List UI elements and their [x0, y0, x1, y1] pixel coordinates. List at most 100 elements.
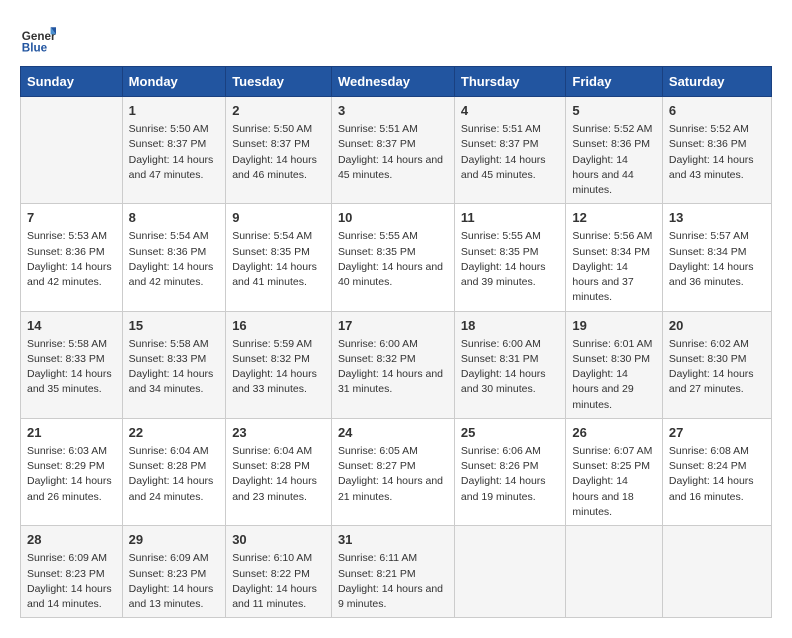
weekday-header-monday: Monday: [122, 67, 226, 97]
calendar-cell: 12 Sunrise: 5:56 AM Sunset: 8:34 PM Dayli…: [566, 204, 662, 311]
calendar-week-3: 14 Sunrise: 5:58 AM Sunset: 8:33 PM Dayli…: [21, 311, 772, 418]
calendar-cell: [566, 526, 662, 618]
weekday-header-saturday: Saturday: [662, 67, 771, 97]
cell-content: Sunrise: 6:00 AM Sunset: 8:31 PM Dayligh…: [461, 337, 560, 398]
day-number: 19: [572, 317, 655, 335]
calendar-week-4: 21 Sunrise: 6:03 AM Sunset: 8:29 PM Dayli…: [21, 418, 772, 525]
calendar-header-row: SundayMondayTuesdayWednesdayThursdayFrid…: [21, 67, 772, 97]
cell-content: Sunrise: 6:09 AM Sunset: 8:23 PM Dayligh…: [129, 551, 220, 612]
calendar-cell: 27 Sunrise: 6:08 AM Sunset: 8:24 PM Dayli…: [662, 418, 771, 525]
calendar-cell: 24 Sunrise: 6:05 AM Sunset: 8:27 PM Dayli…: [331, 418, 454, 525]
day-number: 3: [338, 102, 448, 120]
cell-content: Sunrise: 6:04 AM Sunset: 8:28 PM Dayligh…: [129, 444, 220, 505]
day-number: 26: [572, 424, 655, 442]
cell-content: Sunrise: 5:52 AM Sunset: 8:36 PM Dayligh…: [669, 122, 765, 183]
calendar-cell: 2Sunrise: 5:50 AM Sunset: 8:37 PM Daylig…: [226, 97, 332, 204]
day-number: 11: [461, 209, 560, 227]
day-number: 16: [232, 317, 325, 335]
calendar-cell: 30 Sunrise: 6:10 AM Sunset: 8:22 PM Dayli…: [226, 526, 332, 618]
calendar-cell: 16 Sunrise: 5:59 AM Sunset: 8:32 PM Dayli…: [226, 311, 332, 418]
weekday-header-tuesday: Tuesday: [226, 67, 332, 97]
cell-content: Sunrise: 5:51 AM Sunset: 8:37 PM Dayligh…: [338, 122, 448, 183]
calendar-cell: [21, 97, 123, 204]
cell-content: Sunrise: 6:11 AM Sunset: 8:21 PM Dayligh…: [338, 551, 448, 612]
calendar-cell: 1 Sunrise: 5:50 AM Sunset: 8:37 PM Daylig…: [122, 97, 226, 204]
calendar-cell: 31 Sunrise: 6:11 AM Sunset: 8:21 PM Dayli…: [331, 526, 454, 618]
day-number: 10: [338, 209, 448, 227]
calendar-cell: 18Sunrise: 6:00 AM Sunset: 8:31 PM Dayli…: [454, 311, 566, 418]
day-number: 20: [669, 317, 765, 335]
calendar-cell: 10Sunrise: 5:55 AM Sunset: 8:35 PM Dayli…: [331, 204, 454, 311]
cell-content: Sunrise: 5:54 AM Sunset: 8:35 PM Dayligh…: [232, 229, 325, 290]
day-number: 27: [669, 424, 765, 442]
calendar-week-1: 1 Sunrise: 5:50 AM Sunset: 8:37 PM Daylig…: [21, 97, 772, 204]
calendar-cell: 22 Sunrise: 6:04 AM Sunset: 8:28 PM Dayli…: [122, 418, 226, 525]
weekday-header-friday: Friday: [566, 67, 662, 97]
cell-content: Sunrise: 6:03 AM Sunset: 8:29 PM Dayligh…: [27, 444, 116, 505]
cell-content: Sunrise: 5:59 AM Sunset: 8:32 PM Dayligh…: [232, 337, 325, 398]
day-number: 9: [232, 209, 325, 227]
calendar-cell: 26 Sunrise: 6:07 AM Sunset: 8:25 PM Dayli…: [566, 418, 662, 525]
calendar-cell: 3 Sunrise: 5:51 AM Sunset: 8:37 PM Daylig…: [331, 97, 454, 204]
calendar-cell: 8Sunrise: 5:54 AM Sunset: 8:36 PM Daylig…: [122, 204, 226, 311]
calendar-cell: 4Sunrise: 5:51 AM Sunset: 8:37 PM Daylig…: [454, 97, 566, 204]
day-number: 22: [129, 424, 220, 442]
calendar-cell: 9 Sunrise: 5:54 AM Sunset: 8:35 PM Daylig…: [226, 204, 332, 311]
calendar-cell: 7Sunrise: 5:53 AM Sunset: 8:36 PM Daylig…: [21, 204, 123, 311]
cell-content: Sunrise: 5:57 AM Sunset: 8:34 PM Dayligh…: [669, 229, 765, 290]
day-number: 25: [461, 424, 560, 442]
cell-content: Sunrise: 6:10 AM Sunset: 8:22 PM Dayligh…: [232, 551, 325, 612]
cell-content: Sunrise: 5:54 AM Sunset: 8:36 PM Dayligh…: [129, 229, 220, 290]
cell-content: Sunrise: 5:51 AM Sunset: 8:37 PM Dayligh…: [461, 122, 560, 183]
cell-content: Sunrise: 6:02 AM Sunset: 8:30 PM Dayligh…: [669, 337, 765, 398]
day-number: 5: [572, 102, 655, 120]
calendar-cell: 15Sunrise: 5:58 AM Sunset: 8:33 PM Dayli…: [122, 311, 226, 418]
weekday-header-sunday: Sunday: [21, 67, 123, 97]
cell-content: Sunrise: 6:06 AM Sunset: 8:26 PM Dayligh…: [461, 444, 560, 505]
cell-content: Sunrise: 6:07 AM Sunset: 8:25 PM Dayligh…: [572, 444, 655, 520]
calendar-cell: 13 Sunrise: 5:57 AM Sunset: 8:34 PM Dayli…: [662, 204, 771, 311]
calendar-cell: 5Sunrise: 5:52 AM Sunset: 8:36 PM Daylig…: [566, 97, 662, 204]
cell-content: Sunrise: 6:05 AM Sunset: 8:27 PM Dayligh…: [338, 444, 448, 505]
day-number: 1: [129, 102, 220, 120]
calendar-table: SundayMondayTuesdayWednesdayThursdayFrid…: [20, 66, 772, 618]
cell-content: Sunrise: 5:56 AM Sunset: 8:34 PM Dayligh…: [572, 229, 655, 305]
calendar-cell: 20 Sunrise: 6:02 AM Sunset: 8:30 PM Dayli…: [662, 311, 771, 418]
calendar-cell: 14 Sunrise: 5:58 AM Sunset: 8:33 PM Dayli…: [21, 311, 123, 418]
calendar-cell: 19 Sunrise: 6:01 AM Sunset: 8:30 PM Dayli…: [566, 311, 662, 418]
day-number: 21: [27, 424, 116, 442]
weekday-header-wednesday: Wednesday: [331, 67, 454, 97]
cell-content: Sunrise: 6:09 AM Sunset: 8:23 PM Dayligh…: [27, 551, 116, 612]
day-number: 31: [338, 531, 448, 549]
calendar-cell: 6 Sunrise: 5:52 AM Sunset: 8:36 PM Daylig…: [662, 97, 771, 204]
calendar-week-5: 28 Sunrise: 6:09 AM Sunset: 8:23 PM Dayli…: [21, 526, 772, 618]
day-number: 28: [27, 531, 116, 549]
calendar-body: 1 Sunrise: 5:50 AM Sunset: 8:37 PM Daylig…: [21, 97, 772, 618]
day-number: 13: [669, 209, 765, 227]
svg-text:Blue: Blue: [22, 42, 48, 55]
calendar-cell: [662, 526, 771, 618]
calendar-cell: 25 Sunrise: 6:06 AM Sunset: 8:26 PM Dayli…: [454, 418, 566, 525]
day-number: 24: [338, 424, 448, 442]
calendar-cell: 11 Sunrise: 5:55 AM Sunset: 8:35 PM Dayli…: [454, 204, 566, 311]
day-number: 6: [669, 102, 765, 120]
cell-content: Sunrise: 6:08 AM Sunset: 8:24 PM Dayligh…: [669, 444, 765, 505]
day-number: 17: [338, 317, 448, 335]
day-number: 14: [27, 317, 116, 335]
cell-content: Sunrise: 6:04 AM Sunset: 8:28 PM Dayligh…: [232, 444, 325, 505]
calendar-cell: 21 Sunrise: 6:03 AM Sunset: 8:29 PM Dayli…: [21, 418, 123, 525]
calendar-cell: 29Sunrise: 6:09 AM Sunset: 8:23 PM Dayli…: [122, 526, 226, 618]
day-number: 23: [232, 424, 325, 442]
day-number: 12: [572, 209, 655, 227]
day-number: 30: [232, 531, 325, 549]
cell-content: Sunrise: 6:00 AM Sunset: 8:32 PM Dayligh…: [338, 337, 448, 398]
calendar-cell: 28 Sunrise: 6:09 AM Sunset: 8:23 PM Dayli…: [21, 526, 123, 618]
cell-content: Sunrise: 5:55 AM Sunset: 8:35 PM Dayligh…: [461, 229, 560, 290]
calendar-cell: [454, 526, 566, 618]
cell-content: Sunrise: 5:58 AM Sunset: 8:33 PM Dayligh…: [27, 337, 116, 398]
cell-content: Sunrise: 5:50 AM Sunset: 8:37 PM Dayligh…: [129, 122, 220, 183]
page-header: General Blue: [20, 20, 772, 56]
cell-content: Sunrise: 6:01 AM Sunset: 8:30 PM Dayligh…: [572, 337, 655, 413]
logo-icon: General Blue: [20, 20, 56, 56]
day-number: 2: [232, 102, 325, 120]
